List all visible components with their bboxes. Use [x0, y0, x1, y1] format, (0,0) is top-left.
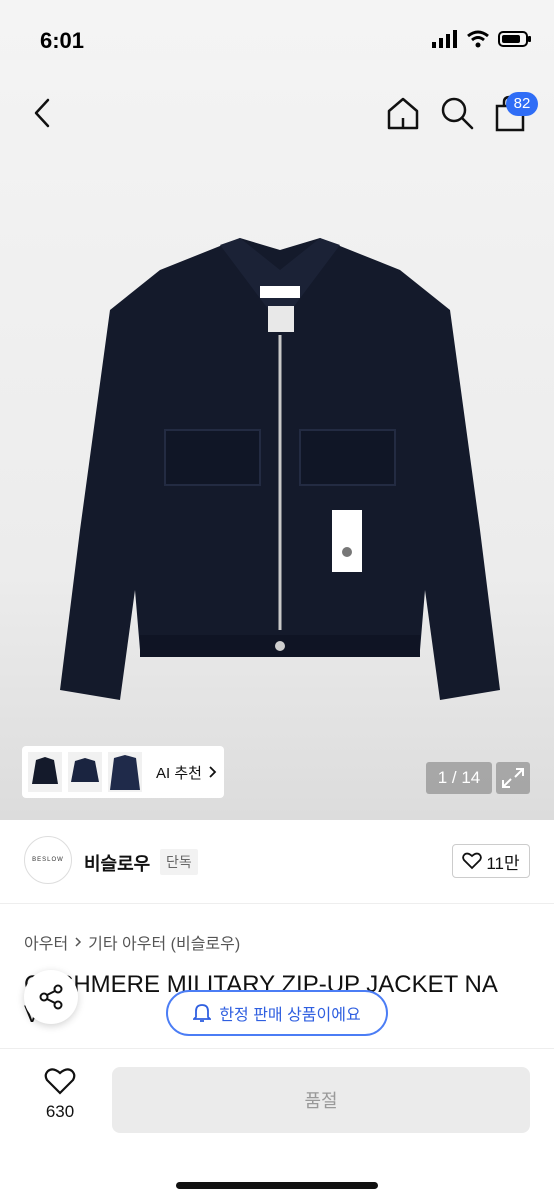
status-bar: 6:01: [0, 0, 554, 80]
bell-icon: [193, 1004, 212, 1022]
status-icons: [432, 30, 532, 48]
heart-icon: [462, 852, 483, 870]
home-indicator: [176, 1182, 378, 1189]
exclusive-badge: 단독: [160, 849, 198, 875]
signal-icon: [432, 30, 457, 48]
brand-row: BESLOW 비슬로우 단독 11만: [0, 820, 554, 904]
top-nav: [0, 88, 554, 138]
product-image[interactable]: [40, 230, 520, 740]
brand-like-button[interactable]: 11만: [452, 844, 530, 878]
product-gallery[interactable]: 6:01 82 AI 추천 1 / 14: [0, 0, 554, 820]
ai-recommend-label: AI 추천: [156, 764, 202, 782]
thumbnail-3[interactable]: [108, 752, 142, 792]
share-icon: [39, 984, 63, 1010]
brand-logo[interactable]: BESLOW: [24, 836, 72, 884]
heart-icon: [44, 1068, 76, 1095]
status-time: 6:01: [40, 28, 85, 53]
expand-icon: [502, 768, 524, 788]
brand-like-count: 11만: [486, 853, 520, 873]
buy-button[interactable]: 품절: [112, 1067, 530, 1133]
image-pager: 1 / 14: [426, 762, 492, 794]
thumbnail-strip: AI 추천: [22, 746, 224, 798]
ai-recommend-link[interactable]: AI 추천: [156, 762, 218, 783]
bottom-action-bar: 630 품절: [0, 1048, 554, 1200]
brand-name[interactable]: 비슬로우: [84, 850, 150, 876]
thumbnail-1[interactable]: [28, 752, 62, 792]
breadcrumb-item-outer[interactable]: 아우터: [24, 930, 68, 954]
expand-button[interactable]: [496, 762, 530, 794]
limited-sale-notice[interactable]: 한정 판매 상품이에요: [166, 990, 388, 1036]
home-icon[interactable]: [384, 94, 422, 132]
battery-icon: [498, 31, 531, 47]
cart-count-badge: 82: [506, 92, 538, 116]
search-icon[interactable]: [438, 94, 476, 132]
wifi-icon: [467, 30, 489, 48]
wishlist-button[interactable]: 630: [30, 1067, 90, 1122]
breadcrumb-item-category[interactable]: 기타 아우터 (비슬로우): [88, 930, 240, 954]
wishlist-count: 630: [45, 1102, 75, 1121]
thumbnail-2[interactable]: [68, 752, 102, 792]
limited-sale-label: 한정 판매 상품이에요: [219, 1007, 361, 1024]
breadcrumb: 아우터 기타 아우터 (비슬로우): [24, 930, 240, 954]
back-arrow-icon[interactable]: [28, 96, 58, 130]
share-button[interactable]: [24, 970, 78, 1024]
chevron-right-icon: [209, 766, 217, 778]
chevron-right-icon: [75, 937, 82, 947]
